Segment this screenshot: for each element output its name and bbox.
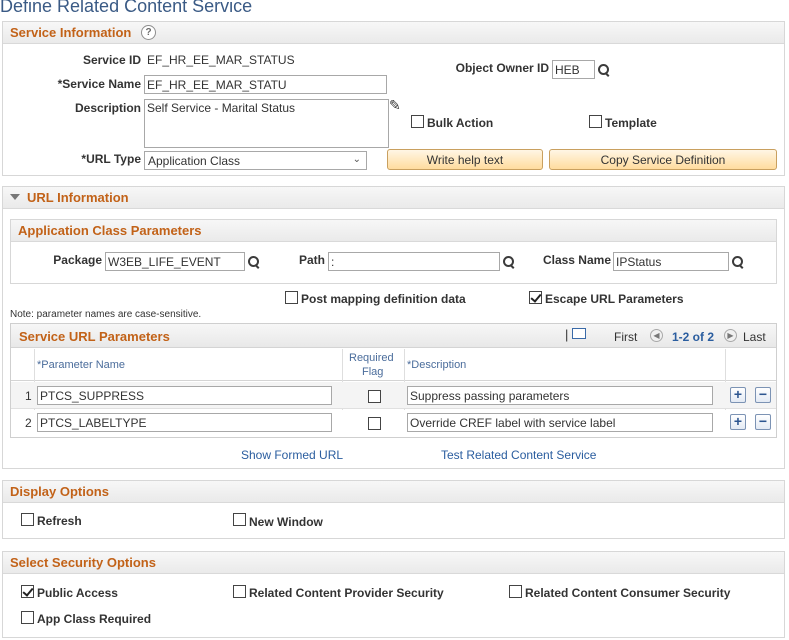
template-checkbox[interactable]	[589, 115, 602, 128]
delete-row-button[interactable]: −	[755, 414, 771, 430]
case-sensitive-note: Note: parameter names are case-sensitive…	[10, 309, 202, 320]
path-label: Path	[298, 253, 325, 267]
url-type-select[interactable]: Application Class ⌄	[144, 151, 367, 170]
class-name-lookup-icon[interactable]	[731, 255, 745, 269]
object-owner-id-label: Object Owner ID	[455, 61, 549, 75]
next-row-icon[interactable]: ▶	[724, 329, 737, 342]
grid-title: Service URL Parameters	[19, 329, 170, 344]
path-lookup-icon[interactable]	[502, 255, 516, 269]
refresh-label: Refresh	[37, 514, 82, 528]
consumer-security-checkbox[interactable]	[509, 585, 522, 598]
col-header-required-line2: Flag	[362, 366, 384, 378]
display-options-header: Display Options	[3, 481, 784, 503]
new-window-icon[interactable]	[572, 328, 586, 339]
parameter-description-input[interactable]	[407, 413, 713, 432]
security-options-header: Select Security Options	[3, 552, 784, 574]
service-id-value: EF_HR_EE_MAR_STATUS	[147, 53, 295, 67]
app-class-required-label: App Class Required	[37, 612, 152, 626]
consumer-security-label: Related Content Consumer Security	[525, 586, 731, 600]
bulk-action-checkbox[interactable]	[411, 115, 424, 128]
escape-url-label: Escape URL Parameters	[545, 292, 684, 306]
test-related-content-link[interactable]: Test Related Content Service	[441, 448, 596, 462]
public-access-label: Public Access	[37, 586, 118, 600]
write-help-text-button[interactable]: Write help text	[387, 149, 543, 170]
service-id-label: Service ID	[82, 53, 141, 67]
required-flag-checkbox[interactable]	[368, 390, 381, 403]
parameter-name-input[interactable]	[37, 413, 332, 432]
chevron-down-icon: ⌄	[352, 154, 361, 165]
service-name-label: *Service Name	[57, 77, 141, 91]
delete-row-button[interactable]: −	[755, 387, 771, 403]
description-label: Description	[74, 101, 141, 115]
post-mapping-checkbox[interactable]	[285, 291, 298, 304]
new-window-checkbox[interactable]	[233, 513, 246, 526]
row-number: 1	[25, 389, 32, 403]
description-textarea[interactable]: Self Service - Marital Status	[144, 99, 389, 148]
path-input[interactable]	[328, 252, 500, 271]
url-type-value: Application Class	[148, 154, 241, 168]
collapse-triangle-icon[interactable]	[10, 194, 20, 200]
row-number: 2	[25, 416, 32, 430]
copy-service-definition-button[interactable]: Copy Service Definition	[549, 149, 777, 170]
grid-range: 1-2 of 2	[672, 330, 715, 344]
parameter-name-input[interactable]	[37, 386, 332, 405]
object-owner-lookup-icon[interactable]	[597, 63, 611, 77]
template-label: Template	[605, 116, 657, 130]
refresh-checkbox[interactable]	[21, 513, 34, 526]
provider-security-checkbox[interactable]	[233, 585, 246, 598]
required-flag-checkbox[interactable]	[368, 417, 381, 430]
app-class-params-header: Application Class Parameters	[11, 220, 776, 242]
col-header-required-line1: Required	[349, 352, 394, 364]
app-class-required-checkbox[interactable]	[21, 611, 34, 624]
add-row-button[interactable]: +	[730, 387, 746, 403]
new-window-label: New Window	[249, 515, 323, 529]
post-mapping-label: Post mapping definition data	[301, 292, 466, 306]
service-information-header: Service Information	[3, 22, 784, 44]
grid-last-label: Last	[743, 330, 766, 344]
public-access-checkbox[interactable]	[21, 585, 34, 598]
bulk-action-label: Bulk Action	[427, 116, 494, 130]
previous-row-icon[interactable]: ◀	[650, 329, 663, 342]
package-input[interactable]	[105, 252, 245, 271]
col-header-parameter-name: *Parameter Name	[37, 359, 126, 371]
display-options-section: Display Options	[2, 480, 785, 539]
service-name-input[interactable]	[144, 75, 387, 94]
parameter-description-input[interactable]	[407, 386, 713, 405]
package-label: Package	[53, 253, 102, 267]
spellcheck-icon[interactable]: ✎	[389, 97, 401, 114]
package-lookup-icon[interactable]	[247, 255, 261, 269]
escape-url-checkbox[interactable]	[529, 291, 542, 304]
url-type-label: *URL Type	[81, 152, 141, 166]
add-row-button[interactable]: +	[730, 414, 746, 430]
object-owner-id-input[interactable]	[552, 60, 595, 79]
grid-first-label: First	[614, 330, 638, 344]
url-information-header[interactable]: URL Information	[3, 187, 784, 209]
class-name-input[interactable]	[613, 252, 729, 271]
grid-separator: |	[565, 327, 569, 342]
help-icon[interactable]: ?	[141, 25, 156, 40]
class-name-label: Class Name	[542, 253, 611, 267]
col-header-description: *Description	[407, 359, 467, 371]
show-formed-url-link[interactable]: Show Formed URL	[241, 448, 343, 462]
provider-security-label: Related Content Provider Security	[249, 586, 444, 600]
page-title: Define Related Content Service	[0, 0, 253, 16]
